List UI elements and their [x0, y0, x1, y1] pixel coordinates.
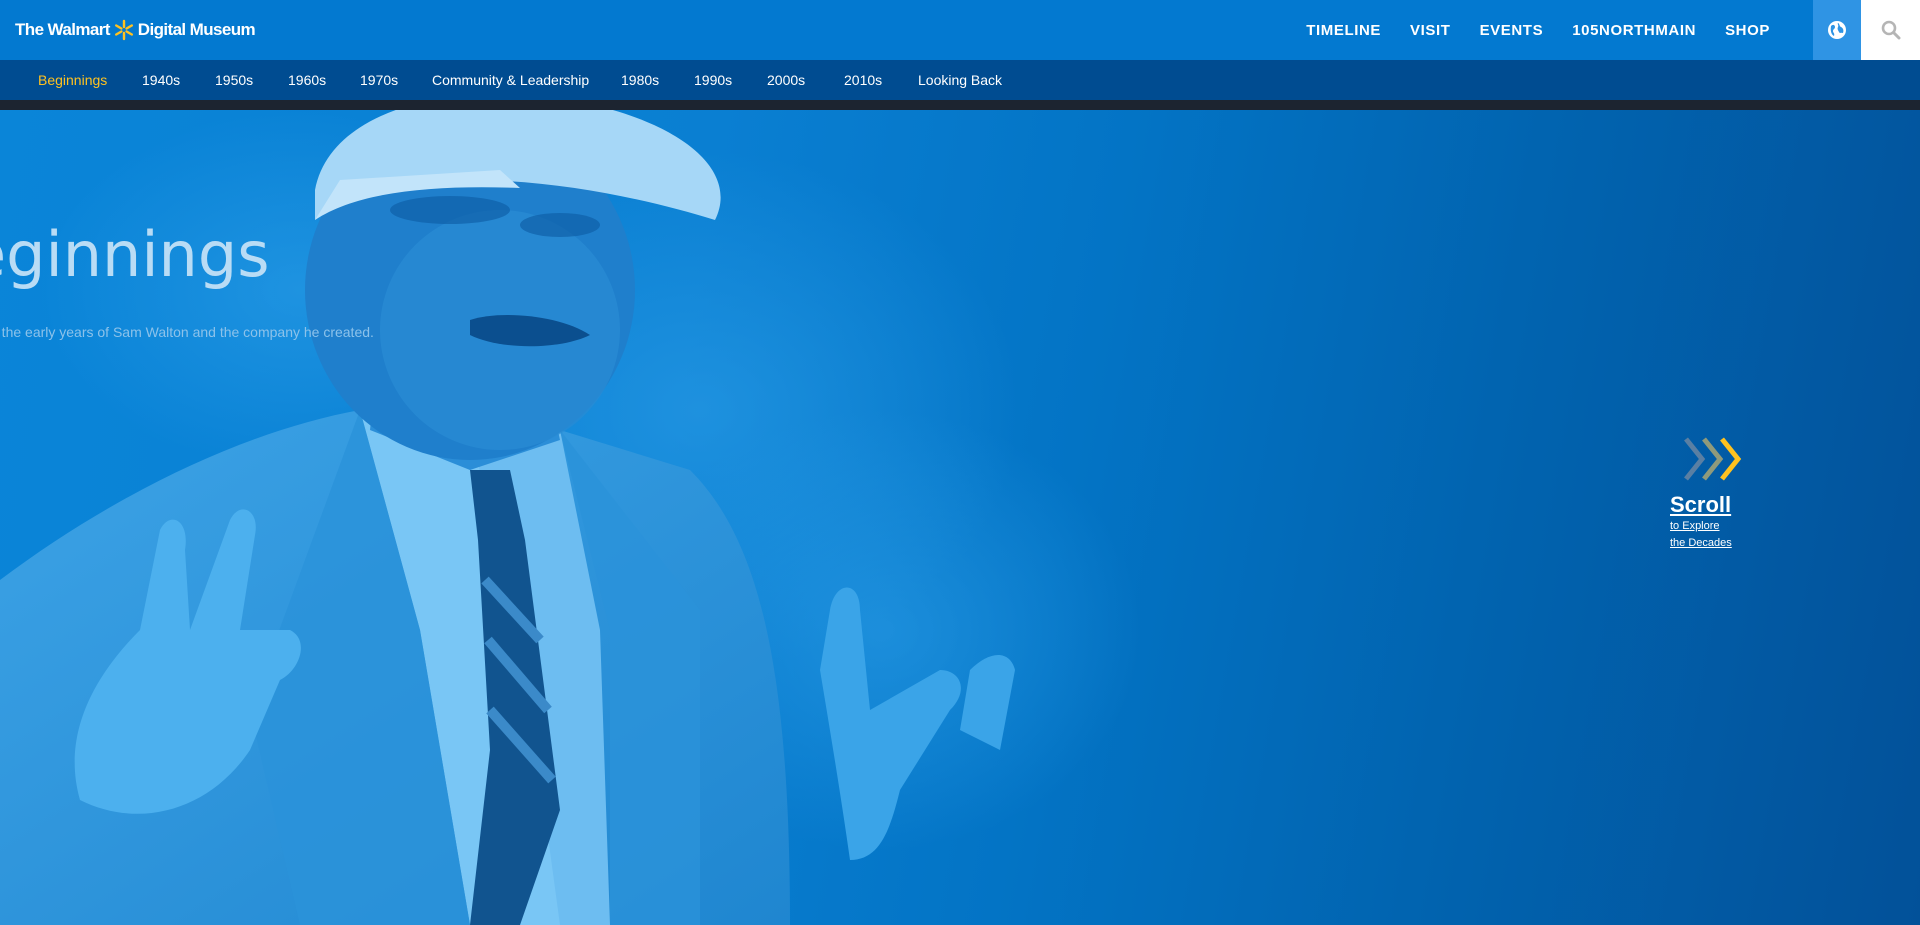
decade-tab-2000s[interactable]: 2000s: [767, 72, 805, 88]
decade-tab-2010s[interactable]: 2010s: [844, 72, 882, 88]
hero-subtitle: e the early years of Sam Walton and the …: [0, 324, 374, 340]
decade-tab-1940s[interactable]: 1940s: [142, 72, 180, 88]
scroll-cue[interactable]: Scroll to Explore the Decades: [1670, 435, 1752, 552]
scroll-subtext-line2: the Decades: [1670, 537, 1732, 549]
decade-tab-community-leadership[interactable]: Community & Leadership: [432, 72, 589, 88]
nav-timeline[interactable]: TIMELINE: [1306, 22, 1381, 39]
walmart-spark-icon: [113, 19, 135, 41]
nav-divider: [0, 100, 1920, 110]
nav-visit[interactable]: VISIT: [1410, 22, 1451, 39]
hero-section: eginnings e the early years of Sam Walto…: [0, 110, 1920, 925]
hero-portrait-image: [0, 110, 1140, 925]
decade-tab-looking-back[interactable]: Looking Back: [918, 72, 1002, 88]
hero-title: eginnings: [0, 218, 270, 291]
logo-prefix: The Walmart: [15, 20, 110, 39]
decade-tab-1950s[interactable]: 1950s: [215, 72, 253, 88]
language-button[interactable]: [1813, 0, 1861, 60]
nav-shop[interactable]: SHOP: [1725, 22, 1770, 39]
nav-105northmain[interactable]: 105NORTHMAIN: [1572, 22, 1696, 39]
decade-tab-beginnings[interactable]: Beginnings: [38, 72, 107, 88]
decade-nav: Beginnings 1940s 1950s 1960s 1970s Commu…: [0, 60, 1920, 100]
globe-icon: [1828, 21, 1846, 39]
nav-events[interactable]: EVENTS: [1480, 22, 1544, 39]
triple-chevron-right-icon: [1682, 437, 1752, 487]
site-logo[interactable]: The Walmart Digital Museum: [15, 0, 256, 60]
decade-tab-1970s[interactable]: 1970s: [360, 72, 398, 88]
decade-tab-1980s[interactable]: 1980s: [621, 72, 659, 88]
scroll-subtext-line1: to Explore: [1670, 520, 1720, 532]
main-nav: TIMELINE VISIT EVENTS 105NORTHMAIN SHOP: [1277, 0, 1770, 60]
decade-tab-1990s[interactable]: 1990s: [694, 72, 732, 88]
site-header: The Walmart Digital Museum TIMELINE VISI…: [0, 0, 1920, 60]
decade-tab-1960s[interactable]: 1960s: [288, 72, 326, 88]
scroll-label: Scroll: [1670, 492, 1732, 517]
search-icon: [1881, 20, 1900, 40]
search-button[interactable]: [1861, 0, 1920, 60]
logo-suffix: Digital Museum: [137, 20, 256, 39]
